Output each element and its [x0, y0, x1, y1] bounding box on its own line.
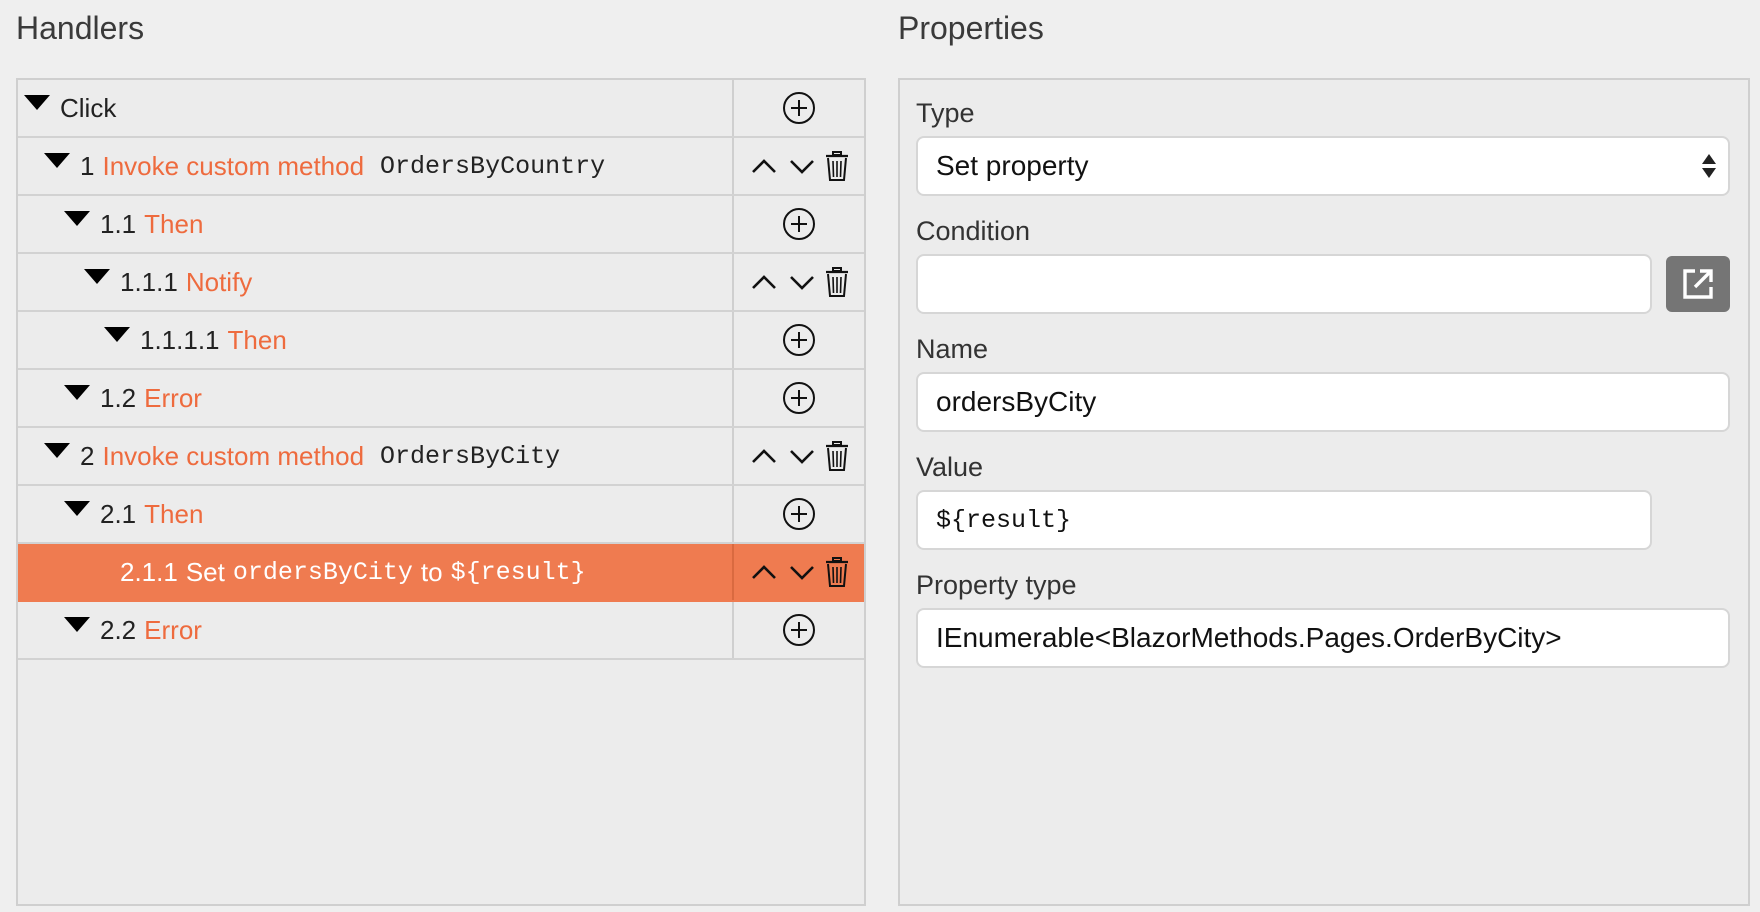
tree-row-label-cell[interactable]: 1.1.1 Notify [18, 254, 734, 310]
triangle-down-icon[interactable] [24, 94, 50, 110]
triangle-down-icon[interactable] [64, 500, 90, 516]
chevron-up-icon[interactable] [748, 440, 780, 472]
tree-row-2-1-1-selected[interactable]: 2.1.1 Set ordersByCity to ${result} [18, 544, 864, 602]
tree-row-label-cell[interactable]: 1.1 Then [18, 196, 734, 252]
tree-row-label-cell[interactable]: 2 Invoke custom method OrdersByCity [18, 428, 734, 484]
branch-type: Then [144, 208, 204, 239]
triangle-down-icon[interactable] [64, 616, 90, 632]
plus-circle-icon[interactable] [782, 323, 816, 357]
to-word: to [420, 556, 443, 587]
tree-row-label-cell[interactable]: 2.1 Then [18, 486, 734, 542]
plus-circle-icon[interactable] [782, 381, 816, 415]
row-number: 1 [80, 150, 95, 181]
tree-row-label-cell[interactable]: Click [18, 80, 734, 136]
triangle-down-icon[interactable] [44, 442, 70, 458]
tree-row-1-1-1[interactable]: 1.1.1 Notify [18, 254, 864, 312]
open-editor-button[interactable] [1666, 256, 1730, 312]
tree-row-label-cell[interactable]: 2.2 Error [18, 602, 734, 658]
tree-row-1[interactable]: 1 Invoke custom method OrdersByCountry [18, 138, 864, 196]
tree-row-actions [734, 370, 864, 426]
external-link-icon [1683, 269, 1713, 299]
tree-row-actions [734, 80, 864, 136]
name-label: Name [916, 334, 989, 364]
chevron-up-icon[interactable] [748, 556, 780, 588]
property-value: ${result} [450, 557, 586, 587]
plus-circle-icon[interactable] [782, 91, 816, 125]
trash-icon[interactable] [824, 150, 850, 182]
condition-label: Condition [916, 216, 1031, 246]
select-arrows-icon [1702, 154, 1716, 178]
trash-icon[interactable] [824, 266, 850, 298]
type-label: Type [916, 98, 975, 128]
tree-row-actions [734, 428, 864, 484]
condition-input[interactable] [916, 254, 1652, 314]
tree-row-label-cell[interactable]: 2.1.1 Set ordersByCity to ${result} [18, 544, 734, 600]
chevron-up-icon[interactable] [748, 150, 780, 182]
row-number: 2.1 [100, 498, 137, 529]
tree-row-label-cell[interactable]: 1.2 Error [18, 370, 734, 426]
chevron-down-icon[interactable] [786, 440, 818, 472]
tree-row-label-cell[interactable]: 1.1.1.1 Then [18, 312, 734, 368]
tree-row-click[interactable]: Click [18, 80, 864, 138]
plus-circle-icon[interactable] [782, 613, 816, 647]
row-number: 2.1.1 [120, 556, 178, 587]
chevron-up-icon[interactable] [748, 266, 780, 298]
branch-type: Then [227, 324, 287, 355]
properties-panel: Type Set property Condition Name ordersB… [898, 78, 1750, 906]
tree-row-actions [734, 196, 864, 252]
tree-row-1-1-1-1[interactable]: 1.1.1.1 Then [18, 312, 864, 370]
action-type: Invoke custom method [102, 440, 365, 471]
method-name: OrdersByCountry [380, 151, 606, 181]
triangle-down-icon[interactable] [84, 268, 110, 284]
action-type: Invoke custom method [102, 150, 365, 181]
triangle-down-icon[interactable] [64, 210, 90, 226]
row-number: 1.1 [100, 208, 137, 239]
chevron-down-icon[interactable] [786, 556, 818, 588]
tree-row-2-1[interactable]: 2.1 Then [18, 486, 864, 544]
event-name: Click [60, 92, 117, 123]
row-number: 2.2 [100, 614, 137, 645]
property-type-label: Property type [916, 570, 1077, 600]
tree-row-actions [734, 254, 864, 310]
row-number: 1.1.1.1 [140, 324, 220, 355]
tree-row-label-cell[interactable]: 1 Invoke custom method OrdersByCountry [18, 138, 734, 194]
tree-row-actions [734, 602, 864, 658]
name-input[interactable]: ordersByCity [916, 372, 1730, 432]
handlers-title: Handlers [16, 10, 145, 46]
value-input[interactable]: ${result} [916, 490, 1652, 550]
tree-row-actions [734, 486, 864, 542]
chevron-down-icon[interactable] [786, 150, 818, 182]
trash-icon[interactable] [824, 556, 850, 588]
method-name: OrdersByCity [380, 441, 561, 471]
row-number: 1.1.1 [120, 266, 178, 297]
branch-type: Error [144, 614, 202, 645]
chevron-down-icon[interactable] [786, 266, 818, 298]
action-type: Set [185, 556, 225, 587]
value-label: Value [916, 452, 984, 482]
branch-type: Error [144, 382, 202, 413]
triangle-down-icon[interactable] [104, 326, 130, 342]
property-name: ordersByCity [232, 557, 413, 587]
tree-row-2[interactable]: 2 Invoke custom method OrdersByCity [18, 428, 864, 486]
plus-circle-icon[interactable] [782, 497, 816, 531]
branch-type: Then [144, 498, 204, 529]
property-type-input[interactable]: IEnumerable<BlazorMethods.Pages.OrderByC… [916, 608, 1730, 668]
handlers-tree: Click 1 Invoke custom method OrdersByCou… [16, 78, 866, 906]
triangle-down-icon[interactable] [64, 384, 90, 400]
properties-title: Properties [898, 10, 1044, 46]
type-select-value: Set property [936, 150, 1089, 181]
row-number: 1.2 [100, 382, 137, 413]
action-type: Notify [185, 266, 253, 297]
plus-circle-icon[interactable] [782, 207, 816, 241]
type-select[interactable]: Set property [916, 136, 1730, 196]
triangle-down-icon[interactable] [44, 152, 70, 168]
tree-row-1-1[interactable]: 1.1 Then [18, 196, 864, 254]
tree-row-actions [734, 544, 864, 600]
tree-row-1-2[interactable]: 1.2 Error [18, 370, 864, 428]
trash-icon[interactable] [824, 440, 850, 472]
tree-row-actions [734, 138, 864, 194]
tree-row-actions [734, 312, 864, 368]
row-number: 2 [80, 440, 95, 471]
tree-row-2-2[interactable]: 2.2 Error [18, 602, 864, 660]
